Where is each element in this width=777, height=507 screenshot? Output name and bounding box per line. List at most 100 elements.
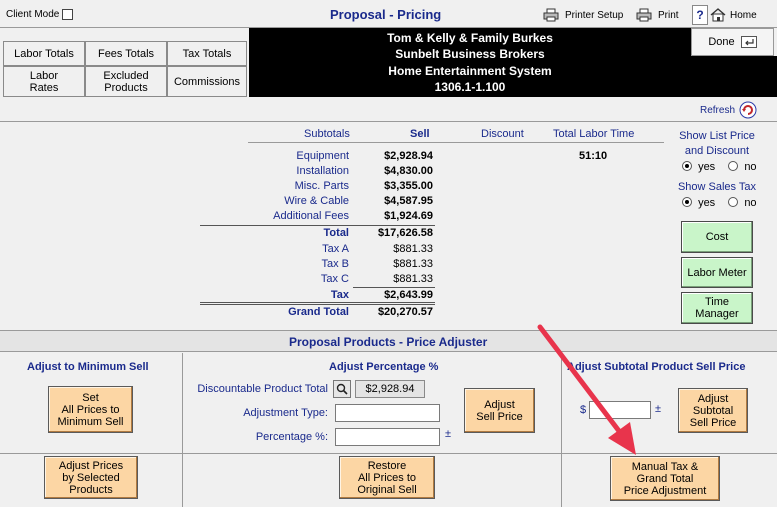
list-price-no-radio[interactable] — [728, 161, 739, 171]
tab-labor-rates-label: Labor Rates — [29, 69, 59, 94]
tax-label: Tax — [330, 289, 349, 301]
refresh-button[interactable]: Refresh — [700, 100, 762, 120]
percentage-label: Percentage %: — [255, 431, 328, 443]
client-name: Tom & Kelly & Family Burkes — [387, 31, 553, 45]
adjust-subtotal-label: Adjust Subtotal Sell Price — [689, 392, 737, 429]
total-value: $17,626.58 — [377, 227, 433, 239]
tax-b-value: $881.33 — [393, 258, 433, 270]
col-labor-time-header: Total Labor Time — [553, 128, 635, 140]
col-divider — [561, 353, 562, 507]
set-all-min-sell-label: Set All Prices to Minimum Sell — [57, 391, 124, 428]
home-label: Home — [730, 9, 757, 21]
help-button[interactable]: ? — [692, 5, 708, 25]
grand-total-line — [200, 302, 435, 303]
tax-c-label: Tax C — [320, 273, 349, 285]
adjust-by-selected-button[interactable]: Adjust Prices by Selected Products — [44, 456, 138, 499]
adjustment-type-label: Adjustment Type: — [243, 407, 328, 419]
adjust-by-selected-label: Adjust Prices by Selected Products — [58, 459, 124, 496]
tax-a-value: $881.33 — [393, 243, 433, 255]
discountable-value-box: $2,928.94 — [355, 380, 425, 398]
adjuster-title: Proposal Products - Price Adjuster — [289, 335, 488, 349]
client-mode-checkbox[interactable] — [62, 9, 73, 20]
labor-meter-label: Labor Meter — [687, 266, 747, 279]
refresh-icon — [739, 101, 757, 119]
manual-tax-adjustment-label: Manual Tax & Grand Total Price Adjustmen… — [623, 460, 707, 497]
time-manager-button[interactable]: Time Manager — [681, 292, 753, 324]
adjustment-type-input[interactable] — [335, 404, 440, 422]
row-equipment-value: $2,928.94 — [384, 150, 433, 162]
header-right-fill — [691, 56, 777, 97]
total-line — [200, 225, 435, 226]
grand-total-label: Grand Total — [288, 306, 349, 318]
labor-meter-button[interactable]: Labor Meter — [681, 257, 753, 288]
show-sales-tax-label: Show Sales Tax — [677, 181, 757, 193]
discountable-label: Discountable Product Total — [197, 383, 328, 395]
row-divider — [0, 453, 777, 454]
tab-commissions-label: Commissions — [173, 75, 240, 88]
set-all-min-sell-button[interactable]: Set All Prices to Minimum Sell — [48, 386, 133, 433]
search-button[interactable] — [333, 380, 351, 398]
tab-excluded-products[interactable]: Excluded Products — [85, 66, 167, 97]
subtotal-plusminus: ± — [655, 403, 662, 415]
project-name: Home Entertainment System — [388, 64, 552, 78]
row-misc-parts-label: Misc. Parts — [294, 180, 349, 192]
row-misc-parts-value: $3,355.00 — [384, 180, 433, 192]
grand-total-line-2 — [200, 304, 435, 305]
subtotal-input[interactable] — [589, 401, 651, 419]
help-icon: ? — [696, 8, 704, 22]
sales-tax-no-radio[interactable] — [728, 197, 739, 207]
adjust-subtotal-button[interactable]: Adjust Subtotal Sell Price — [678, 388, 748, 433]
col-subtotals-header: Subtotals — [304, 128, 350, 140]
total-label: Total — [323, 227, 349, 239]
tab-labor-totals-label: Labor Totals — [14, 47, 74, 60]
row-additional-fees-label: Additional Fees — [273, 210, 349, 222]
labor-time-value: 51:10 — [579, 150, 608, 162]
row-equipment-label: Equipment — [296, 150, 349, 162]
cost-button[interactable]: Cost — [681, 221, 753, 253]
proposal-header: Tom & Kelly & Family Burkes Sunbelt Busi… — [249, 28, 691, 97]
company-name: Sunbelt Business Brokers — [395, 47, 545, 61]
dollar-sign: $ — [580, 404, 587, 416]
show-list-price-label: Show List Price and Discount — [679, 130, 755, 157]
cost-label: Cost — [705, 231, 729, 243]
page-title: Proposal - Pricing — [330, 7, 442, 22]
row-wire-cable-value: $4,587.95 — [384, 195, 433, 207]
print-button[interactable]: Print — [636, 4, 688, 26]
subtotal-title: Adjust Subtotal Product Sell Price — [567, 361, 746, 373]
col-divider — [182, 353, 183, 507]
restore-all-prices-label: Restore All Prices to Original Sell — [357, 459, 417, 496]
sales-tax-radio-group: yes no — [682, 197, 772, 211]
tax-c-value: $881.33 — [393, 273, 433, 285]
printer-setup-label: Printer Setup — [565, 9, 624, 21]
tab-fees-totals[interactable]: Fees Totals — [85, 41, 167, 66]
tab-excluded-products-label: Excluded Products — [103, 69, 149, 94]
row-installation-value: $4,830.00 — [384, 165, 433, 177]
tab-tax-totals[interactable]: Tax Totals — [167, 41, 247, 66]
tab-labor-totals[interactable]: Labor Totals — [3, 41, 85, 66]
manual-tax-adjustment-button[interactable]: Manual Tax & Grand Total Price Adjustmen… — [610, 456, 720, 501]
done-label: Done — [708, 36, 735, 48]
restore-all-prices-button[interactable]: Restore All Prices to Original Sell — [339, 456, 435, 499]
list-price-yes-radio[interactable] — [682, 161, 692, 171]
min-sell-title: Adjust to Minimum Sell — [27, 361, 149, 373]
tab-tax-totals-label: Tax Totals — [182, 47, 232, 60]
tax-value: $2,643.99 — [384, 289, 433, 301]
home-icon — [710, 8, 726, 22]
grand-total-value: $20,270.57 — [377, 306, 433, 318]
col-discount-header: Discount — [481, 128, 524, 140]
discountable-value: $2,928.94 — [365, 383, 415, 395]
tab-labor-rates[interactable]: Labor Rates — [3, 66, 85, 97]
home-button[interactable]: Home — [710, 5, 774, 25]
adjust-sell-price-label: Adjust Sell Price — [476, 398, 523, 423]
percentage-plusminus: ± — [445, 428, 452, 440]
percentage-input[interactable] — [335, 428, 440, 446]
printer-setup-button[interactable]: Printer Setup — [543, 4, 629, 26]
time-manager-label: Time Manager — [695, 296, 739, 320]
adjust-sell-price-button[interactable]: Adjust Sell Price — [464, 388, 535, 433]
printer-icon — [636, 8, 652, 22]
row-installation-label: Installation — [296, 165, 349, 177]
tab-commissions[interactable]: Commissions — [167, 66, 247, 97]
sales-tax-yes-radio[interactable] — [682, 197, 692, 207]
done-button[interactable]: Done — [691, 28, 774, 56]
refresh-label: Refresh — [700, 104, 736, 116]
